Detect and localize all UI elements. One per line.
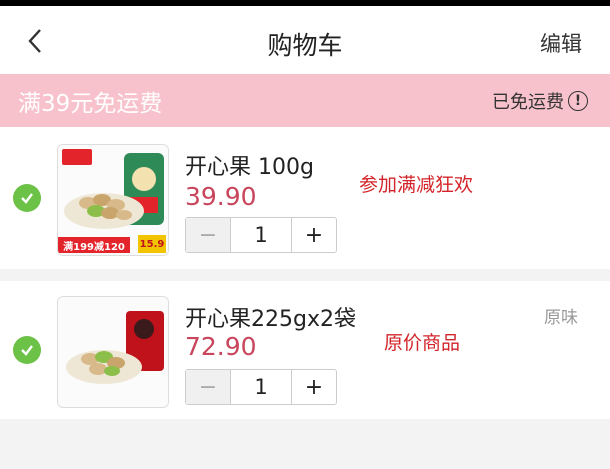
quantity-value[interactable]: 1 — [231, 370, 291, 404]
cart-item: 满199减120 15.9 开心果 100g 39.90 参加满减狂欢 − 1 … — [0, 127, 610, 269]
check-icon[interactable] — [13, 184, 41, 212]
shipping-status-label: 已免运费 — [492, 92, 564, 113]
page-title: 购物车 — [267, 31, 343, 60]
brand-logo — [62, 149, 92, 165]
product-price: 72.90 — [185, 332, 257, 361]
product-name[interactable]: 开心果 100g — [185, 149, 314, 181]
check-icon[interactable] — [13, 336, 41, 364]
quantity-stepper: − 1 + — [185, 217, 337, 253]
price-tag: 15.9 — [138, 235, 166, 253]
promo-note: 参加满减狂欢 — [359, 174, 474, 196]
promo-text: 满39元免运费 — [18, 91, 163, 117]
decrease-button[interactable]: − — [186, 370, 231, 404]
product-price: 39.90 — [185, 182, 257, 211]
quantity-value[interactable]: 1 — [231, 218, 291, 252]
shipping-promo-banner: 满39元免运费 已免运费 ! — [0, 74, 610, 127]
quantity-stepper: − 1 + — [185, 369, 337, 405]
nav-header: 购物车 编辑 — [0, 6, 610, 74]
product-image[interactable]: 满199减120 15.9 — [57, 144, 169, 256]
info-icon[interactable]: ! — [568, 91, 588, 111]
cart-item: 开心果225gx2袋 72.90 原价商品 原味 − 1 + — [0, 281, 610, 419]
increase-button[interactable]: + — [291, 218, 336, 252]
shipping-status[interactable]: 已免运费 ! — [492, 88, 588, 114]
edit-button[interactable]: 编辑 — [540, 28, 582, 58]
footer-area — [0, 419, 610, 469]
decrease-button[interactable]: − — [186, 218, 231, 252]
variant-label[interactable]: 原味 — [544, 303, 578, 328]
divider — [0, 269, 610, 281]
discount-tag: 满199减120 — [58, 237, 130, 253]
product-name[interactable]: 开心果225gx2袋 — [185, 301, 356, 333]
increase-button[interactable]: + — [291, 370, 336, 404]
promo-note: 原价商品 — [384, 332, 461, 354]
product-image[interactable] — [57, 296, 169, 408]
